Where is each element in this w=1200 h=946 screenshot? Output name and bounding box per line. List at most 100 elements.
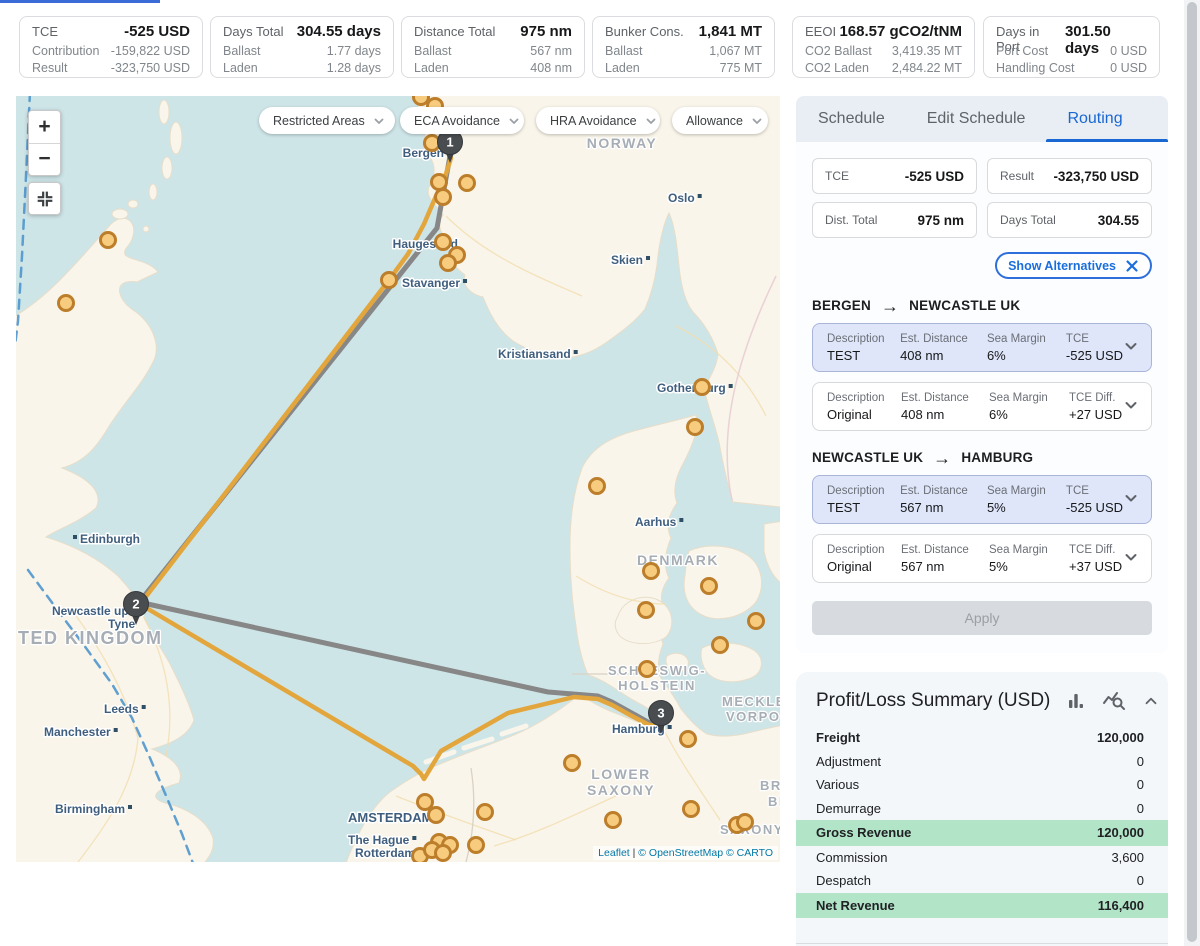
waypoint-circle[interactable] [436, 235, 451, 250]
route-option-alternative[interactable]: DescriptionOriginalEst. Distance408 nmSe… [812, 382, 1152, 431]
city-label: Stavanger [402, 276, 460, 290]
waypoint-circle[interactable] [101, 233, 116, 248]
waypoint-circle[interactable] [59, 296, 74, 311]
map-filter-restricted-areas[interactable]: Restricted Areas [259, 107, 395, 134]
option-column: TCE Diff.+27 USD [1069, 392, 1123, 422]
tab-edit-schedule[interactable]: Edit Schedule [927, 110, 1026, 128]
tab-schedule[interactable]: Schedule [818, 110, 885, 128]
route-original-bergen-newcastle[interactable] [141, 156, 450, 600]
metric-value: 975 nm [917, 213, 964, 228]
route-option-selected[interactable]: DescriptionTESTEst. Distance567 nmSea Ma… [812, 475, 1152, 524]
waypoint-circle[interactable] [382, 273, 397, 288]
pnl-value: 0 [1137, 777, 1144, 792]
waypoint-circle[interactable] [414, 96, 429, 105]
waypoint-circle[interactable] [681, 732, 696, 747]
waypoint-circle[interactable] [436, 846, 451, 861]
waypoint-circle[interactable] [590, 479, 605, 494]
option-column: TCE Diff.+37 USD [1069, 544, 1123, 574]
panel-tabbar: Schedule Edit Schedule Routing [796, 96, 1168, 142]
island [128, 200, 138, 208]
region-label: SAXONY [587, 782, 655, 798]
filter-label: Allowance [686, 114, 743, 128]
route-map[interactable]: NORWAYTED KINGDOMDENMARKSCHLESWIG-HOLSTE… [16, 96, 780, 862]
island [112, 209, 128, 219]
waypoint-circle[interactable] [441, 256, 456, 271]
chevron-down-icon[interactable] [1123, 338, 1139, 359]
collapse-button[interactable] [1142, 692, 1160, 710]
waypoint-circle[interactable] [432, 175, 447, 190]
carto-link[interactable]: © CARTO [726, 847, 773, 859]
waypoint-circle[interactable] [469, 838, 484, 853]
leg-to-port: NEWCASTLE UK [909, 298, 1020, 313]
bar-chart-button[interactable] [1066, 691, 1086, 711]
waypoint-circle[interactable] [565, 756, 580, 771]
waypoint-circle[interactable] [713, 638, 728, 653]
option-column: DescriptionTEST [827, 333, 900, 363]
waypoint-circle[interactable] [460, 176, 475, 191]
metric-label: Result [1000, 169, 1034, 183]
tab-routing[interactable]: Routing [1067, 110, 1122, 128]
waypoint-circle[interactable] [606, 813, 621, 828]
waypoint-circle[interactable] [436, 190, 451, 205]
stat-title: EEOI [805, 24, 836, 39]
close-icon[interactable] [1125, 259, 1139, 273]
island [162, 157, 172, 179]
region-label: LOWER [591, 766, 651, 782]
waypoint-circle[interactable] [639, 603, 654, 618]
waypoint-circle[interactable] [738, 815, 753, 830]
route-option-selected[interactable]: DescriptionTESTEst. Distance408 nmSea Ma… [812, 323, 1152, 372]
route-legs: BERGEN→NEWCASTLE UKDescriptionTESTEst. D… [812, 298, 1152, 583]
zoom-in-button[interactable]: + [29, 111, 60, 144]
chevron-down-icon[interactable] [1123, 549, 1139, 570]
stat-sub-label: Result [32, 61, 67, 78]
waypoint-circle[interactable] [418, 795, 433, 810]
waypoint-circle[interactable] [640, 662, 655, 677]
waypoint-circle[interactable] [695, 380, 710, 395]
waypoint-circle[interactable] [688, 420, 703, 435]
route-option-alternative[interactable]: DescriptionOriginalEst. Distance567 nmSe… [812, 534, 1152, 583]
query-stats-icon [1102, 690, 1126, 712]
waypoint-circle[interactable] [702, 579, 717, 594]
waypoint-circle[interactable] [478, 805, 493, 820]
option-value: -525 USD [1066, 500, 1123, 515]
city-label: Manchester [44, 725, 111, 739]
option-column: DescriptionTEST [827, 485, 900, 515]
waypoint-circle[interactable] [644, 564, 659, 579]
stat-sub-value: 2,484.22 MT [892, 61, 962, 78]
chevron-down-icon[interactable] [1123, 397, 1139, 418]
stat-sub-value: 0 USD [1110, 44, 1147, 61]
stat-sub-value: -159,822 USD [111, 44, 190, 61]
stat-card: Days in Port301.50 daysPort Cost0 USDHan… [983, 16, 1160, 78]
map-filter-hra-avoidance[interactable]: HRA Avoidance [536, 107, 660, 134]
city-label: Tyne [108, 617, 135, 631]
fit-bounds-button[interactable] [28, 182, 61, 215]
city-label: AMSTERDAM [348, 810, 433, 825]
leaflet-link[interactable]: Leaflet [598, 847, 630, 859]
region-label: BR [760, 778, 780, 793]
region-label: Bl [768, 794, 780, 809]
waypoint-circle[interactable] [684, 802, 699, 817]
page-scrollbar-thumb[interactable] [1187, 2, 1197, 942]
chevron-down-icon[interactable] [1123, 490, 1139, 511]
stat-sub-label: Contribution [32, 44, 99, 61]
city-label: Leeds [104, 702, 139, 716]
option-value: TEST [827, 348, 900, 363]
island [159, 100, 169, 124]
query-stats-button[interactable] [1102, 690, 1126, 712]
route-alternative-bergen-newcastle[interactable] [141, 158, 451, 603]
map-filter-eca-avoidance[interactable]: ECA Avoidance [400, 107, 524, 134]
profit-loss-card: Profit/Loss Summary (USD) [796, 672, 1168, 946]
waypoint-circle[interactable] [749, 614, 764, 629]
option-column: Est. Distance567 nm [901, 544, 989, 574]
show-alternatives-button[interactable]: Show Alternatives [995, 252, 1152, 279]
map-filter-allowance[interactable]: Allowance [672, 107, 768, 134]
waypoint-circle[interactable] [429, 808, 444, 823]
chevron-down-icon [645, 115, 657, 127]
stat-card: Days Total304.55 daysBallast1.77 daysLad… [210, 16, 394, 78]
stat-title: TCE [32, 24, 58, 39]
map-canvas[interactable]: NORWAYTED KINGDOMDENMARKSCHLESWIG-HOLSTE… [16, 96, 780, 862]
osm-link[interactable]: © OpenStreetMap [638, 847, 723, 859]
apply-button[interactable]: Apply [812, 601, 1152, 635]
island [143, 226, 149, 232]
zoom-out-button[interactable]: − [29, 144, 60, 176]
